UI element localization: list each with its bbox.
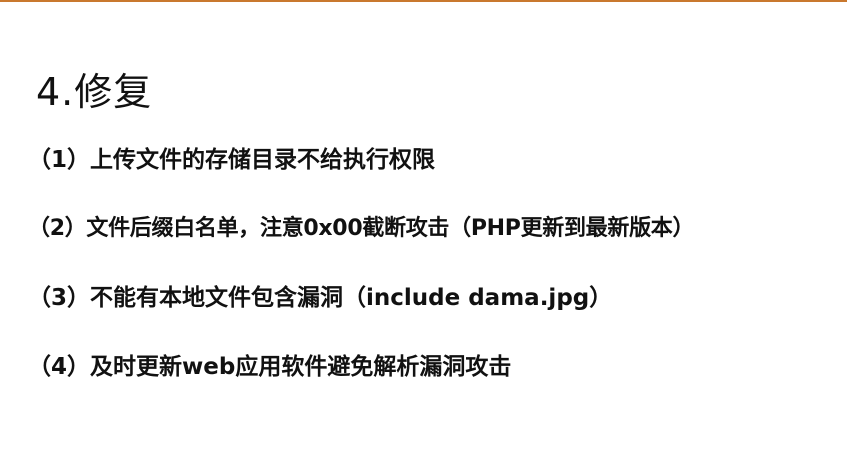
remediation-list: （1）上传文件的存储目录不给执行权限 （2）文件后缀白名单，注意0x00截断攻击… xyxy=(28,148,694,424)
list-item: （2）文件后缀白名单，注意0x00截断攻击（PHP更新到最新版本） xyxy=(28,216,695,241)
list-item: （1）上传文件的存储目录不给执行权限 xyxy=(28,147,436,173)
list-item: （3）不能有本地文件包含漏洞（include dama.jpg） xyxy=(28,285,613,311)
top-accent-rule xyxy=(0,0,847,2)
list-item: （4）及时更新web应用软件避免解析漏洞攻击 xyxy=(28,354,512,380)
slide-title: 4.修复 xyxy=(36,70,153,115)
